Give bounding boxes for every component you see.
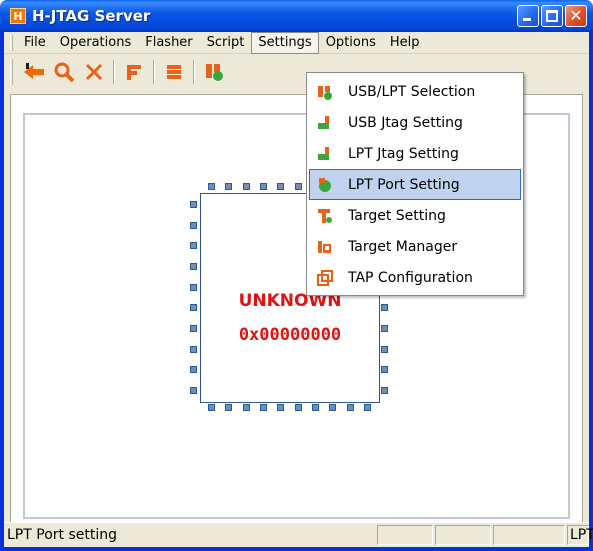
usb-lpt-icon	[206, 64, 223, 81]
usb-jtag-icon	[316, 114, 334, 132]
close-x-icon	[85, 63, 103, 81]
search-icon	[54, 62, 75, 83]
chip-pin	[190, 345, 197, 353]
status-panel-3	[493, 525, 565, 545]
connect-button[interactable]	[19, 57, 49, 87]
caption-buttons: ✕	[517, 5, 587, 27]
menu-operations[interactable]: Operations	[53, 32, 138, 54]
status-panel-lpt: LPT	[567, 525, 593, 545]
chip-pin	[294, 404, 302, 411]
chip-pin	[190, 366, 197, 374]
chip-pin	[190, 325, 197, 332]
chip-pin	[225, 404, 233, 411]
chip-pin	[190, 242, 197, 250]
chip-pin	[260, 183, 267, 190]
menu-item-usb-jtag-setting[interactable]: USB Jtag Setting	[309, 107, 521, 138]
lpt-jtag-icon	[316, 145, 334, 163]
target-manager-icon	[316, 238, 334, 256]
chip-pin	[225, 183, 233, 190]
menu-file[interactable]: File	[17, 32, 53, 54]
target-setting-icon	[316, 207, 334, 225]
connect-arrow-icon	[24, 63, 44, 79]
menu-item-label: LPT Port Setting	[348, 176, 460, 193]
chip-id: 0x00000000	[238, 325, 342, 345]
toolbar-separator	[153, 60, 155, 84]
close-button[interactable]: ✕	[565, 5, 587, 27]
tap-config-icon	[316, 269, 334, 287]
chip-pin	[260, 404, 267, 411]
menu-help[interactable]: Help	[383, 32, 427, 54]
chip-pin	[346, 404, 354, 411]
chip-pin	[381, 366, 388, 374]
menu-item-lpt-jtag-setting[interactable]: LPT Jtag Setting	[309, 138, 521, 169]
search-button[interactable]	[49, 57, 79, 87]
chip-pin	[312, 404, 319, 411]
chip-pin	[190, 283, 197, 291]
minimize-button[interactable]	[517, 5, 539, 27]
chip-pin	[294, 183, 302, 190]
title-bar[interactable]: H H-JTAG Server ✕	[0, 0, 593, 32]
toolbar-separator	[113, 60, 115, 84]
menu-item-lpt-port-setting[interactable]: LPT Port Setting	[309, 169, 521, 200]
menu-item-label: Target Manager	[348, 238, 458, 255]
menu-settings[interactable]: Settings	[251, 31, 319, 54]
chip-pin	[208, 183, 215, 190]
maximize-icon	[546, 10, 558, 22]
chip-pin	[329, 404, 337, 411]
flasher-button[interactable]	[119, 57, 149, 87]
menu-flasher[interactable]: Flasher	[138, 32, 199, 54]
menu-item-label: TAP Configuration	[348, 269, 473, 286]
script-button[interactable]	[159, 57, 189, 87]
usb-lpt-selection-icon	[316, 83, 334, 101]
chip-pin	[190, 387, 197, 394]
menu-item-label: LPT Jtag Setting	[348, 145, 459, 162]
chip-pin	[208, 404, 215, 411]
maximize-button[interactable]	[541, 5, 563, 27]
menubar-grip[interactable]	[10, 34, 13, 51]
chip-pin	[381, 387, 388, 394]
chip-pin	[242, 183, 250, 190]
minimize-icon	[523, 18, 531, 21]
script-s-icon	[167, 65, 181, 79]
status-bar: LPT Port setting LPT	[4, 522, 593, 547]
toolbar-grip[interactable]	[10, 59, 13, 85]
menu-bar: File Operations Flasher Script Settings …	[4, 31, 589, 54]
chip-pin	[190, 304, 197, 312]
chip-pin	[277, 183, 285, 190]
chip-pin	[381, 304, 388, 312]
status-text: LPT Port setting	[7, 527, 117, 543]
window-title: H-JTAG Server	[32, 7, 151, 25]
status-panel-2	[435, 525, 491, 545]
menu-item-label: USB Jtag Setting	[348, 114, 463, 131]
menu-item-target-manager[interactable]: Target Manager	[309, 231, 521, 262]
menu-item-tap-configuration[interactable]: TAP Configuration	[309, 262, 521, 293]
toolbar-separator	[193, 60, 195, 84]
chip-pin	[242, 404, 250, 411]
menu-item-label: Target Setting	[348, 207, 446, 224]
chip-pin	[190, 221, 197, 229]
menu-item-target-setting[interactable]: Target Setting	[309, 200, 521, 231]
cancel-button[interactable]	[79, 57, 109, 87]
flasher-f-icon	[127, 65, 141, 80]
close-icon: ✕	[569, 6, 583, 25]
app-icon: H	[10, 8, 26, 24]
status-panel-1	[377, 525, 433, 545]
usb-lpt-button[interactable]	[199, 57, 229, 87]
chip-pin	[277, 404, 285, 411]
settings-menu: USB/LPT Selection USB Jtag Setting LPT J…	[306, 72, 524, 296]
chip-pin	[364, 404, 371, 411]
chip-pin	[381, 325, 388, 332]
chip-pin	[381, 345, 388, 353]
menu-item-usb-lpt-selection[interactable]: USB/LPT Selection	[309, 76, 521, 107]
menu-item-label: USB/LPT Selection	[348, 83, 476, 100]
lpt-port-icon	[316, 176, 334, 194]
chip-pin	[190, 263, 197, 270]
menu-script[interactable]: Script	[200, 32, 252, 54]
menu-options[interactable]: Options	[319, 32, 383, 54]
chip-pin	[190, 201, 197, 208]
